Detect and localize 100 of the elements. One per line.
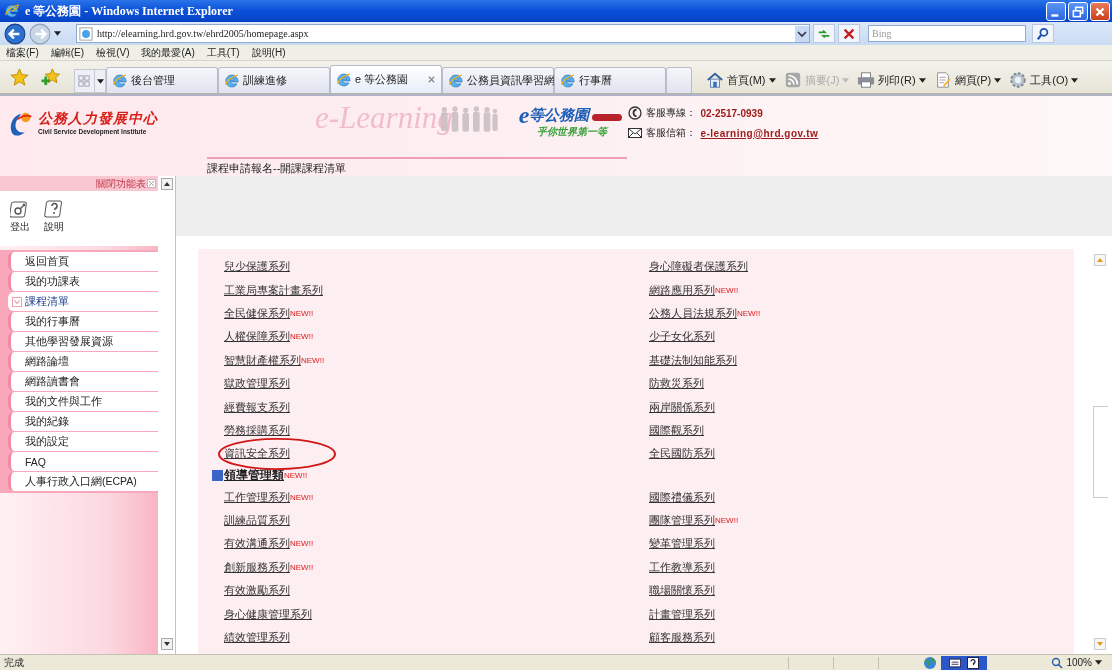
sidebar-menu-item[interactable]: 我的文件與工作 [8, 392, 158, 411]
stop-icon[interactable] [842, 27, 856, 41]
home-icon[interactable] [706, 71, 724, 89]
input-method-bar[interactable] [941, 655, 988, 670]
sidebar-menu-item[interactable]: 人事行政入口網(ECPA) [8, 472, 158, 491]
course-series-link[interactable]: 經費報支系列 [224, 400, 290, 413]
refresh-icon[interactable] [817, 27, 831, 41]
tab-list-button[interactable] [94, 69, 106, 93]
category-marker-icon [212, 470, 223, 481]
browser-tab[interactable]: 公務員資訊學習網 [442, 67, 554, 93]
zoom-level[interactable]: 100% [1051, 656, 1102, 669]
address-field[interactable]: http://elearning.hrd.gov.tw/ehrd2005/homepage.aspx [76, 24, 810, 43]
sidebar-menu-item[interactable]: 我的紀錄 [8, 412, 158, 431]
course-series-link[interactable]: 身心健康管理系列 [224, 607, 312, 620]
course-series-link[interactable]: 變革管理系列 [649, 537, 715, 550]
course-series-link[interactable]: 工作教導系列 [649, 560, 715, 573]
course-series-link[interactable]: 團隊管理系列 [649, 514, 715, 527]
course-series-link[interactable]: 訓練品質系列 [224, 514, 290, 527]
course-series-link[interactable]: 兩岸關係系列 [649, 400, 715, 413]
course-series-link[interactable]: 國際觀系列 [649, 423, 704, 436]
caret-icon[interactable] [1095, 660, 1102, 665]
browser-tab[interactable]: 訓練進修 [218, 67, 330, 93]
course-series-link[interactable]: 網路應用系列 [649, 283, 715, 296]
close-icon[interactable] [147, 179, 156, 188]
course-series-link[interactable]: 公務人員法規系列 [649, 306, 737, 319]
sidebar-menu-item[interactable]: 課程清單 [8, 292, 158, 311]
sidebar-menu-item[interactable]: 我的設定 [8, 432, 158, 451]
course-series-link[interactable]: 人權保障系列 [224, 330, 290, 343]
search-button[interactable] [1032, 24, 1054, 43]
browser-tab[interactable]: 後台管理 [106, 67, 218, 93]
caret-icon[interactable] [768, 77, 776, 83]
key-icon[interactable] [10, 199, 30, 219]
toolbar-button[interactable]: 網頁(P) [933, 71, 1002, 89]
course-series-link[interactable]: 勞務採購系列 [224, 423, 290, 436]
sidebar-menu-item[interactable]: 返回首頁 [8, 252, 158, 271]
sidebar-menu-item[interactable]: FAQ [8, 452, 158, 471]
zoom-icon[interactable] [1051, 656, 1064, 669]
course-series-link[interactable]: 兒少保護系列 [224, 260, 290, 273]
stop-button[interactable] [838, 24, 860, 43]
sidebar-menu-item[interactable]: 網路論壇 [8, 352, 158, 371]
caret-icon[interactable] [1071, 77, 1079, 83]
menu-item[interactable]: 工具(T) [206, 45, 240, 60]
course-series-link[interactable]: 有效溝通系列 [224, 537, 290, 550]
gear-icon[interactable] [1009, 71, 1028, 89]
sidebar-tool-button[interactable]: 登出 [10, 199, 30, 246]
keyboard-icon[interactable] [949, 656, 962, 669]
menu-item[interactable]: 說明(H) [251, 45, 286, 60]
course-series-link[interactable]: 計畫管理系列 [649, 607, 715, 620]
printer-icon[interactable] [857, 71, 876, 89]
dropdown-icon[interactable] [795, 25, 809, 42]
scroll-up-icon[interactable] [160, 178, 173, 190]
course-series-link[interactable]: 工業局專案計畫系列 [224, 283, 323, 296]
course-series-link[interactable]: 顧客服務系列 [649, 631, 715, 644]
browser-tab[interactable]: e 等公務園 [330, 65, 442, 93]
back-button[interactable] [4, 22, 26, 45]
close-tab-icon[interactable] [427, 75, 436, 84]
search-field[interactable]: Bing [868, 25, 1026, 42]
caret-icon[interactable] [918, 77, 926, 83]
toolbar-button[interactable]: 列印(R) [857, 71, 926, 89]
scroll-down-icon[interactable] [160, 638, 173, 650]
caret-icon[interactable] [54, 31, 61, 36]
help-icon[interactable] [44, 199, 64, 219]
course-series-link[interactable]: 身心障礙者保護系列 [649, 260, 748, 273]
course-series-link[interactable]: 創新服務系列 [224, 560, 290, 573]
help-icon[interactable] [967, 656, 980, 669]
close-menu-label[interactable]: 關閉功能表 [96, 176, 146, 191]
menu-item[interactable]: 檔案(F) [6, 45, 39, 60]
toolbar-button[interactable]: 首頁(M) [706, 71, 776, 89]
course-series-link[interactable]: 全民國防系列 [649, 447, 715, 460]
caret-icon[interactable] [994, 77, 1002, 83]
course-series-link[interactable]: 防救災系列 [649, 377, 704, 390]
browser-tab[interactable]: 行事曆 [554, 67, 666, 93]
menu-item[interactable]: 檢視(V) [96, 45, 130, 60]
sidebar-menu-item[interactable]: 我的功課表 [8, 272, 158, 291]
course-series-link[interactable]: 有效激勵系列 [224, 584, 290, 597]
browser-icon [224, 72, 240, 89]
course-series-link[interactable]: 職場關懷系列 [649, 584, 715, 597]
caret-icon[interactable] [97, 78, 104, 84]
course-series-link[interactable]: 少子女化系列 [649, 330, 715, 343]
star-icon[interactable] [10, 68, 29, 87]
sidebar-menu-item[interactable]: 我的行事曆 [8, 312, 158, 331]
sidebar-tool-button[interactable]: 說明 [44, 199, 64, 246]
course-series-link[interactable]: 工作管理系列 [224, 490, 290, 503]
browser-icon [560, 72, 576, 89]
course-series-link[interactable]: 基礎法制知能系列 [649, 353, 737, 366]
menu-item[interactable]: 我的最愛(A) [141, 45, 195, 60]
portal-name: 等公務園 [529, 106, 590, 125]
sidebar-menu-item[interactable]: 網路讀書會 [8, 372, 158, 391]
add-favorite-icon[interactable] [41, 68, 60, 87]
course-series-link[interactable]: 國際禮儀系列 [649, 490, 715, 503]
close-menu-bar[interactable]: 關閉功能表 [0, 176, 158, 191]
course-series-link[interactable]: 全民健保系列 [224, 306, 290, 319]
sidebar-menu-item[interactable]: 其他學習發展資源 [8, 332, 158, 351]
email-link[interactable]: e-learning@hrd.gov.tw [700, 127, 819, 139]
course-series-link[interactable]: 獄政管理系列 [224, 377, 290, 390]
course-series-link[interactable]: 績效管理系列 [224, 631, 290, 644]
toolbar-button[interactable]: 工具(O) [1009, 71, 1079, 89]
search-icon[interactable] [1036, 27, 1050, 41]
course-series-link[interactable]: 智慧財產權系列 [224, 353, 301, 366]
menu-item[interactable]: 編輯(E) [50, 45, 85, 60]
